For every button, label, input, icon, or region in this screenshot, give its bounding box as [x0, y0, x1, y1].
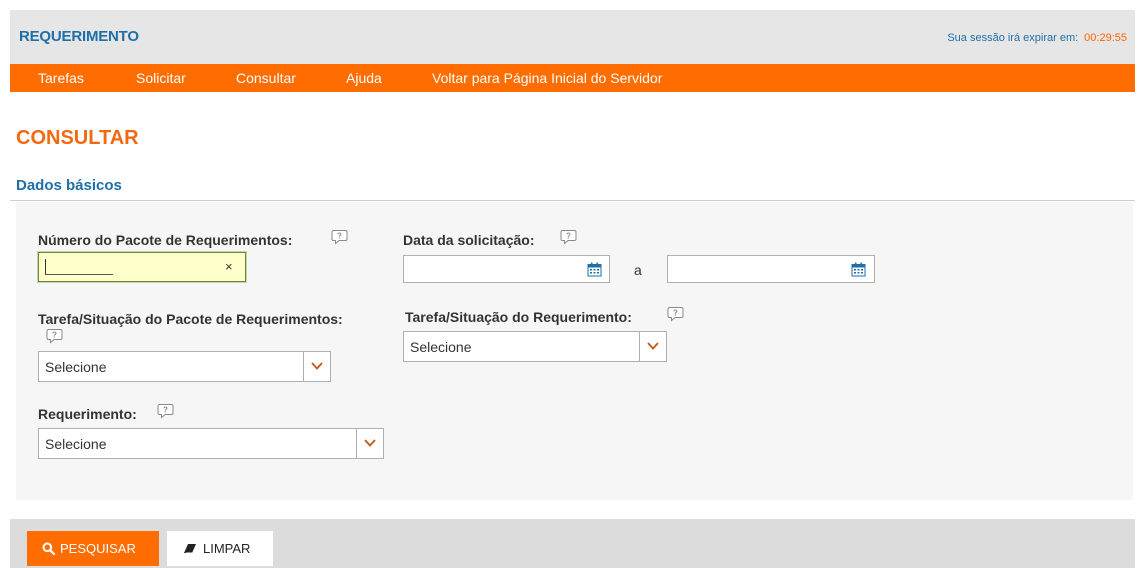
tarefa-req-label: Tarefa/Situação do Requerimento: — [405, 309, 632, 325]
eraser-icon — [184, 544, 196, 554]
nav-item-voltar[interactable]: Voltar para Página Inicial do Servidor — [432, 70, 662, 86]
section-divider — [10, 200, 1135, 201]
clear-input-icon[interactable]: × — [225, 259, 233, 274]
data-inicio-input[interactable] — [403, 255, 610, 283]
svg-text:?: ? — [337, 232, 342, 241]
tarefa-pacote-selected: Selecione — [45, 359, 107, 375]
session-expiry: Sua sessão irá expirar em: 00:29:55 — [947, 32, 1127, 44]
svg-text:?: ? — [566, 232, 571, 241]
date-range-separator: a — [634, 262, 642, 278]
pesquisar-button[interactable]: PESQUISAR — [27, 531, 159, 566]
section-title: Dados básicos — [16, 177, 122, 194]
select-toggle[interactable] — [639, 332, 666, 361]
numero-pacote-input[interactable] — [38, 252, 246, 282]
help-icon[interactable]: ? — [560, 229, 577, 245]
help-icon[interactable]: ? — [331, 229, 348, 245]
help-icon[interactable]: ? — [157, 403, 174, 419]
text-caret — [45, 259, 46, 275]
calendar-icon[interactable] — [587, 262, 602, 277]
tarefa-req-select[interactable]: Selecione — [403, 331, 667, 362]
pesquisar-label: PESQUISAR — [60, 541, 136, 556]
limpar-label: LIMPAR — [203, 541, 251, 556]
app-title: REQUERIMENTO — [19, 28, 139, 45]
numero-pacote-label: Número do Pacote de Requerimentos: — [38, 232, 293, 248]
requerimento-label: Requerimento: — [38, 406, 137, 422]
svg-text:?: ? — [163, 406, 168, 415]
svg-text:?: ? — [673, 309, 678, 318]
page-title: CONSULTAR — [16, 127, 139, 149]
svg-text:?: ? — [52, 331, 57, 340]
chevron-down-icon — [364, 439, 376, 447]
session-timer: 00:29:55 — [1084, 32, 1127, 44]
select-toggle[interactable] — [303, 352, 330, 381]
nav-item-consultar[interactable]: Consultar — [236, 70, 296, 86]
tarefa-pacote-label: Tarefa/Situação do Pacote de Requeriment… — [38, 311, 343, 327]
select-toggle[interactable] — [356, 429, 383, 458]
nav-item-tarefas[interactable]: Tarefas — [38, 70, 84, 86]
tarefa-pacote-select[interactable]: Selecione — [38, 351, 331, 382]
help-icon[interactable]: ? — [667, 306, 684, 322]
requerimento-select[interactable]: Selecione — [38, 428, 384, 459]
main-nav: Tarefas Solicitar Consultar Ajuda Voltar… — [10, 64, 1135, 92]
form-actions-bar: PESQUISAR LIMPAR — [10, 519, 1135, 568]
calendar-icon[interactable] — [851, 262, 866, 277]
requerimento-selected: Selecione — [45, 436, 107, 452]
tarefa-req-selected: Selecione — [410, 339, 472, 355]
chevron-down-icon — [647, 342, 659, 350]
limpar-button[interactable]: LIMPAR — [167, 531, 273, 566]
session-expiry-label: Sua sessão irá expirar em: — [947, 32, 1079, 44]
data-solicitacao-label: Data da solicitação: — [403, 232, 535, 248]
nav-item-solicitar[interactable]: Solicitar — [136, 70, 186, 86]
app-header: REQUERIMENTO Sua sessão irá expirar em: 0… — [10, 10, 1135, 64]
nav-item-ajuda[interactable]: Ajuda — [346, 70, 382, 86]
chevron-down-icon — [311, 362, 323, 370]
help-icon[interactable]: ? — [46, 328, 63, 344]
input-mask-underline — [45, 274, 113, 275]
search-icon — [42, 542, 55, 555]
data-fim-input[interactable] — [667, 255, 875, 283]
